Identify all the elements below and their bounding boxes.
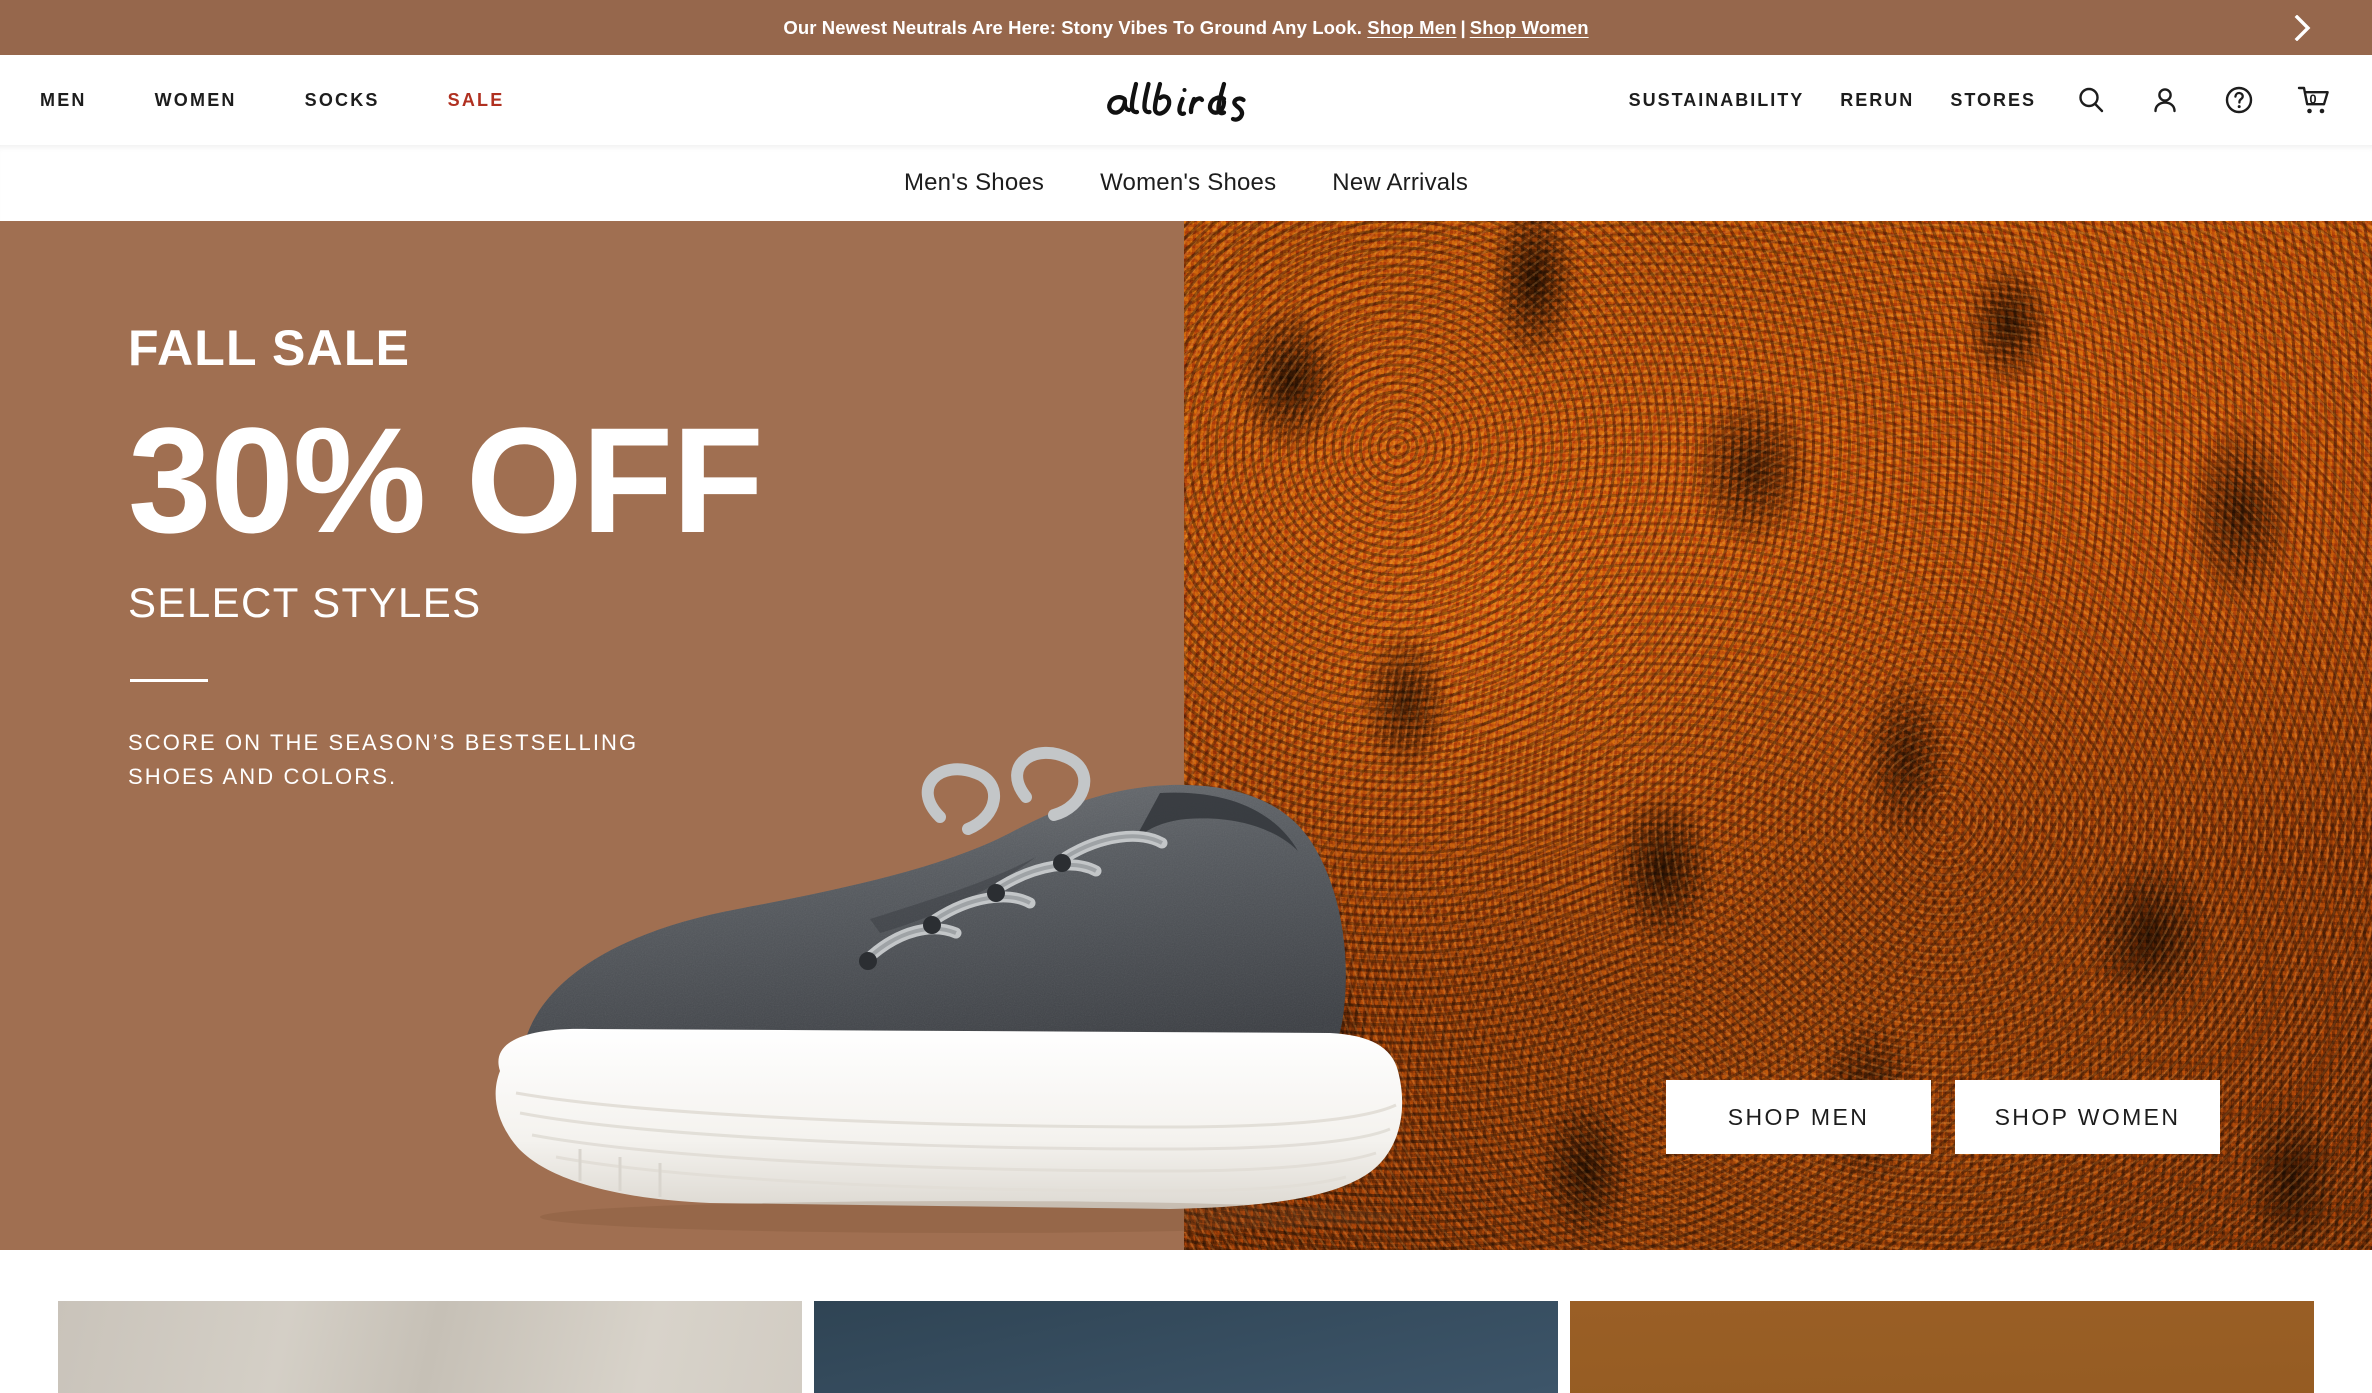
- hero-headline: 30% OFF: [128, 396, 764, 564]
- announcement-separator: |: [1460, 16, 1466, 38]
- allbirds-logo[interactable]: [1101, 74, 1271, 126]
- hero-copy-block: FALL SALE 30% OFF SELECT STYLES SCORE ON…: [128, 320, 764, 794]
- nav-item-women[interactable]: WOMEN: [155, 90, 237, 111]
- shop-men-button[interactable]: SHOP MEN: [1666, 1080, 1931, 1154]
- hero-cta-group: SHOP MEN SHOP WOMEN: [1666, 1080, 2220, 1154]
- hero-subheadline: SELECT STYLES: [128, 579, 482, 626]
- hero-banner: FALL SALE 30% OFF SELECT STYLES SCORE ON…: [0, 221, 2372, 1250]
- hero-eyebrow: FALL SALE: [128, 320, 411, 376]
- announcement-text: Our Newest Neutrals Are Here: Stony Vibe…: [783, 17, 1588, 39]
- sub-navigation: Men's Shoes Women's Shoes New Arrivals: [0, 145, 2372, 221]
- nav-item-rerun[interactable]: RERUN: [1840, 90, 1914, 111]
- tile-neutral[interactable]: [58, 1301, 802, 1393]
- subnav-item-mens-shoes[interactable]: Men's Shoes: [904, 169, 1044, 197]
- nav-item-stores[interactable]: STORES: [1950, 90, 2036, 111]
- primary-nav-group: MEN WOMEN SOCKS SALE: [0, 90, 504, 111]
- category-tiles-section: [0, 1250, 2372, 1393]
- nav-item-socks[interactable]: SOCKS: [305, 90, 380, 111]
- hero-body-text: SCORE ON THE SEASON’S BESTSELLING SHOES …: [128, 730, 639, 790]
- tile-orange[interactable]: [1570, 1301, 2314, 1393]
- announcement-message: Our Newest Neutrals Are Here: Stony Vibe…: [783, 16, 1363, 38]
- hero-divider: [130, 679, 208, 682]
- subnav-item-womens-shoes[interactable]: Women's Shoes: [1100, 169, 1276, 197]
- tile-blue[interactable]: [814, 1301, 1558, 1393]
- account-icon[interactable]: [2146, 81, 2184, 119]
- main-navigation: MEN WOMEN SOCKS SALE SUSTAINABILITY RERU…: [0, 55, 2372, 145]
- announcement-shop-women-link[interactable]: Shop Women: [1470, 17, 1589, 38]
- nav-item-sale[interactable]: SALE: [448, 90, 505, 111]
- secondary-nav-group: SUSTAINABILITY RERUN STORES 0: [1629, 81, 2332, 119]
- nav-item-sustainability[interactable]: SUSTAINABILITY: [1629, 90, 1805, 111]
- category-tiles-row: [58, 1301, 2314, 1393]
- search-icon[interactable]: [2072, 81, 2110, 119]
- shop-women-button[interactable]: SHOP WOMEN: [1955, 1080, 2220, 1154]
- announcement-bar: Our Newest Neutrals Are Here: Stony Vibe…: [0, 0, 2372, 55]
- help-icon[interactable]: [2220, 81, 2258, 119]
- announcement-shop-men-link[interactable]: Shop Men: [1367, 17, 1456, 38]
- subnav-item-new-arrivals[interactable]: New Arrivals: [1332, 169, 1468, 197]
- chevron-right-icon[interactable]: [2290, 14, 2316, 41]
- cart-icon[interactable]: 0: [2294, 81, 2332, 119]
- nav-item-men[interactable]: MEN: [40, 90, 87, 111]
